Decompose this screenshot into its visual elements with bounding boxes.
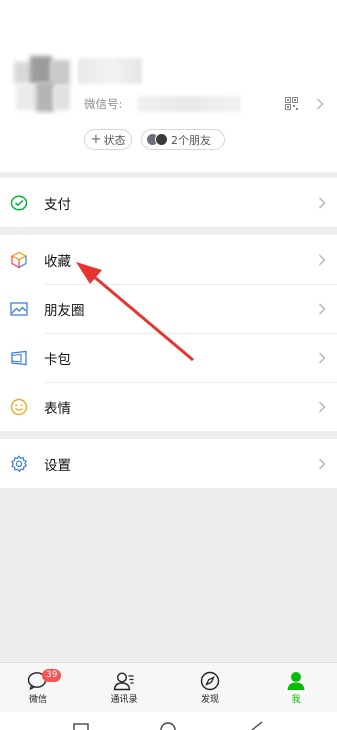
menu-item-pay[interactable]: 支付 xyxy=(0,178,337,227)
tab-contacts[interactable]: 通讯录 xyxy=(94,663,154,713)
menu-item-label: 设置 xyxy=(44,457,71,474)
add-status-button[interactable]: + 状态 xyxy=(84,129,132,150)
recent-apps-icon[interactable] xyxy=(73,723,89,730)
home-icon[interactable] xyxy=(160,722,176,730)
menu-item-label: 卡包 xyxy=(44,351,71,368)
wechat-id-label: 微信号: xyxy=(84,97,123,111)
menu-item-label: 朋友圈 xyxy=(44,302,85,319)
chevron-right-icon xyxy=(319,458,326,469)
menu-item-label: 支付 xyxy=(44,196,71,213)
friends-status-button[interactable]: 2个朋友 xyxy=(141,129,225,150)
unread-badge: 39 xyxy=(42,669,62,682)
tab-me[interactable]: 我 xyxy=(266,663,326,713)
menu-item-moments[interactable]: 朋友圈 xyxy=(0,284,337,333)
avatar[interactable] xyxy=(14,56,72,114)
chevron-right-icon xyxy=(317,98,324,110)
wechat-id-blurred xyxy=(137,96,241,112)
menu-item-stickers[interactable]: 表情 xyxy=(0,382,337,431)
plus-icon: + xyxy=(90,132,102,147)
favorites-cube-icon xyxy=(10,251,28,269)
pay-icon xyxy=(10,194,28,211)
menu-item-settings[interactable]: 设置 xyxy=(0,439,337,488)
friend-avatar xyxy=(155,133,168,146)
qr-code-icon[interactable] xyxy=(285,97,298,110)
tab-discover[interactable]: 发现 xyxy=(180,663,240,713)
friend-avatars xyxy=(146,133,168,146)
chevron-right-icon xyxy=(319,401,326,412)
gear-icon xyxy=(11,454,28,472)
compass-icon xyxy=(200,671,220,691)
tab-label: 微信 xyxy=(28,695,47,705)
person-icon xyxy=(287,672,305,690)
back-icon[interactable] xyxy=(251,721,263,730)
tab-label: 通讯录 xyxy=(110,695,138,705)
chevron-right-icon xyxy=(319,352,326,363)
menu-item-cards[interactable]: 卡包 xyxy=(0,333,337,382)
empty-area xyxy=(0,489,337,662)
menu-item-label: 收藏 xyxy=(44,253,71,270)
card-wallet-icon xyxy=(11,350,27,365)
tab-label: 我 xyxy=(291,695,301,705)
friends-count-label: 2个朋友 xyxy=(171,133,211,147)
status-label: 状态 xyxy=(103,133,126,147)
menu-item-label: 表情 xyxy=(44,400,71,417)
chevron-right-icon xyxy=(319,197,326,208)
system-nav-bar xyxy=(0,712,337,730)
bottom-tab-bar: 微信 39 通讯录 发现 我 xyxy=(0,662,337,712)
menu-item-favorites[interactable]: 收藏 xyxy=(0,235,337,284)
settings-group: 设置 xyxy=(0,439,337,488)
smiley-face-icon xyxy=(10,398,28,415)
contacts-icon xyxy=(113,672,134,691)
pay-group: 支付 xyxy=(0,178,337,227)
tab-label: 发现 xyxy=(200,695,219,705)
tab-chats[interactable]: 微信 39 xyxy=(8,663,68,713)
chevron-right-icon xyxy=(319,254,326,265)
moments-photo-icon xyxy=(10,301,28,316)
nickname-blurred xyxy=(78,58,142,84)
profile-header[interactable]: 微信号: + 状态 2个朋友 xyxy=(0,0,337,172)
features-group: 收藏 朋友圈 卡包 表情 xyxy=(0,235,337,431)
chevron-right-icon xyxy=(319,303,326,314)
